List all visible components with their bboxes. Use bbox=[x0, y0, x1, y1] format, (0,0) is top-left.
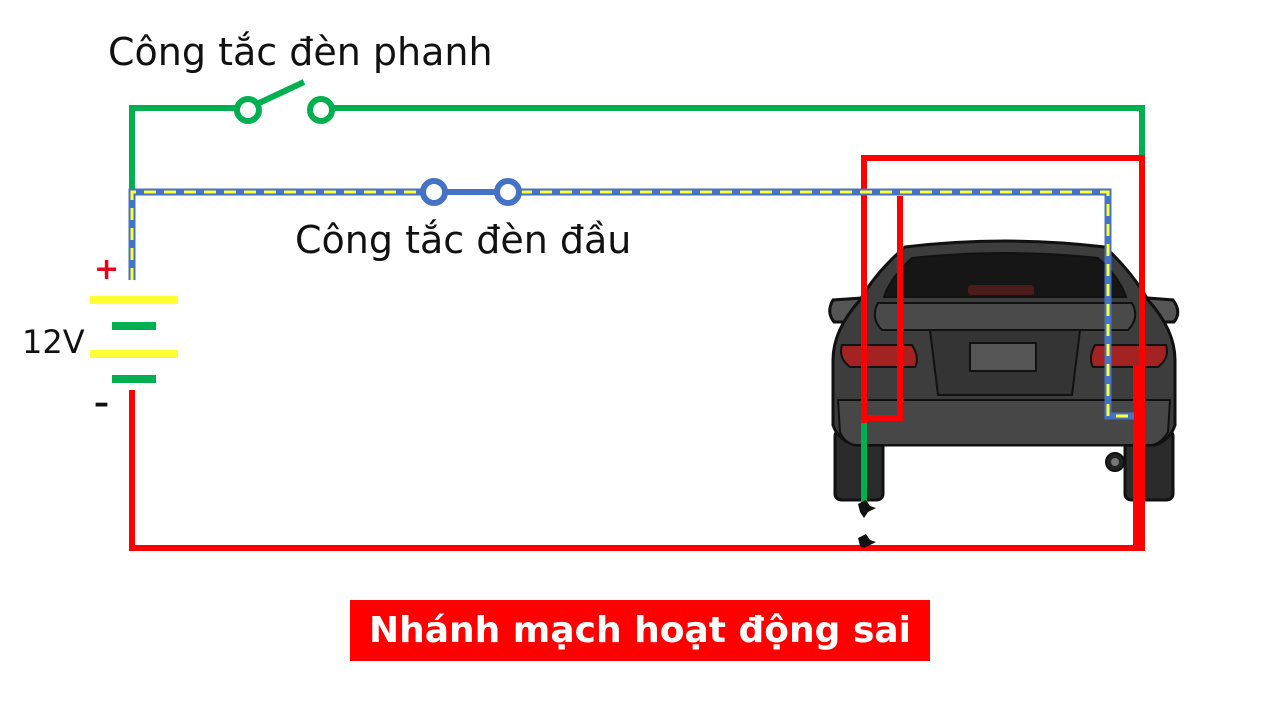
battery-voltage-label: 12V bbox=[22, 323, 85, 361]
brake-switch-label: Công tắc đèn phanh bbox=[108, 30, 493, 74]
rear-bumper bbox=[836, 399, 1172, 446]
headlight-switch-terminal-left bbox=[420, 178, 448, 206]
car-rear-icon bbox=[828, 239, 1180, 502]
negative-terminal-label: – bbox=[94, 386, 109, 421]
positive-terminal-label: + bbox=[94, 252, 120, 287]
brake-wire-right bbox=[334, 105, 1145, 158]
fault-break-marks bbox=[858, 500, 876, 548]
brake-switch-lever bbox=[255, 79, 306, 107]
status-banner: Nhánh mạch hoạt động sai bbox=[350, 600, 930, 661]
brake-wire-left bbox=[129, 105, 236, 190]
battery-icon bbox=[90, 296, 178, 383]
license-plate bbox=[969, 342, 1037, 372]
break-mark-upper bbox=[858, 500, 876, 518]
headlight-switch-label: Công tắc đèn đầu bbox=[295, 218, 632, 262]
third-brake-light bbox=[968, 285, 1034, 295]
headlight-switch-terminal-right bbox=[494, 178, 522, 206]
trunk-lid bbox=[873, 302, 1137, 331]
right-tail-lamp bbox=[1089, 344, 1168, 368]
switch-terminal-icon bbox=[307, 96, 335, 124]
left-tail-lamp bbox=[840, 344, 918, 368]
switch-open-icon bbox=[234, 96, 262, 124]
